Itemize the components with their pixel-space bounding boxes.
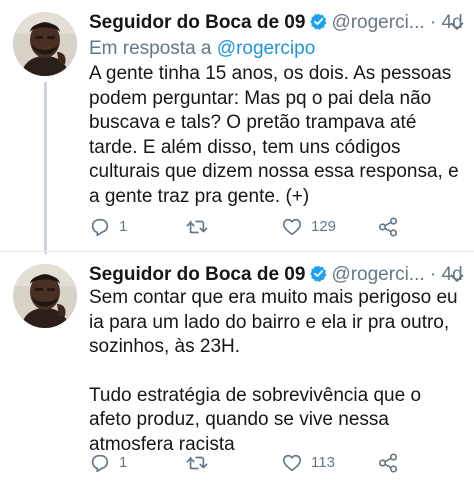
tweet-header: Seguidor do Boca de 09 @rogerci... · 4d <box>89 10 466 36</box>
verified-badge-icon <box>309 12 328 39</box>
heart-icon <box>282 454 302 472</box>
separator-dot: · <box>429 264 437 285</box>
share-icon <box>378 453 398 473</box>
reply-count: 1 <box>119 218 128 235</box>
share-button[interactable] <box>377 215 399 239</box>
avatar[interactable] <box>13 264 77 328</box>
avatar-image <box>13 12 77 76</box>
reply-button[interactable]: 1 <box>89 451 127 475</box>
like-count: 113 <box>311 454 335 471</box>
tweet-text: Sem contar que era muito mais perigoso e… <box>89 286 460 457</box>
thread-connector-line <box>44 82 47 254</box>
avatar[interactable] <box>13 12 77 76</box>
tweet[interactable]: Seguidor do Boca de 09 @rogerci... · 4d E… <box>0 0 474 254</box>
like-count: 129 <box>311 218 337 235</box>
tweet-actions: 1 129 <box>89 215 419 239</box>
tweet[interactable]: Seguidor do Boca de 09 @rogerci... · 4d S… <box>0 252 474 493</box>
display-name[interactable]: Seguidor do Boca de 09 <box>89 12 305 33</box>
avatar-image <box>13 264 77 328</box>
retweet-button[interactable] <box>185 215 217 239</box>
reply-icon <box>91 218 109 237</box>
retweet-button[interactable] <box>185 451 217 475</box>
reply-prefix: Em resposta a <box>89 38 212 59</box>
user-handle[interactable]: @rogerci... <box>331 12 424 33</box>
like-button[interactable]: 129 <box>281 215 336 239</box>
retweet-icon <box>186 220 208 234</box>
retweet-icon <box>186 456 208 470</box>
reply-button[interactable]: 1 <box>89 215 127 239</box>
tweet-paragraph: Tudo estratégia de sobrevivência que o a… <box>89 384 422 455</box>
separator-dot: · <box>429 12 437 33</box>
heart-icon <box>282 218 302 236</box>
reply-count: 1 <box>119 454 128 471</box>
share-button[interactable] <box>377 451 399 475</box>
tweet-paragraph: Sem contar que era muito mais perigoso e… <box>89 287 458 357</box>
user-handle[interactable]: @rogerci... <box>331 264 424 285</box>
chevron-down-icon[interactable] <box>450 18 464 36</box>
tweet-actions: 1 113 <box>89 451 419 475</box>
tweet-paragraph: A gente tinha 15 anos, os dois. As pesso… <box>89 63 459 207</box>
like-button[interactable]: 113 <box>281 451 335 475</box>
tweet-header: Seguidor do Boca de 09 @rogerci... · 4d <box>89 262 466 288</box>
reply-icon <box>91 454 109 473</box>
display-name[interactable]: Seguidor do Boca de 09 <box>89 264 305 285</box>
reply-to-handle-link[interactable]: @rogercipo <box>217 38 316 59</box>
reply-context: Em resposta a @rogercipo <box>89 37 315 61</box>
tweet-text: A gente tinha 15 anos, os dois. As pesso… <box>89 62 460 209</box>
share-icon <box>378 217 398 237</box>
